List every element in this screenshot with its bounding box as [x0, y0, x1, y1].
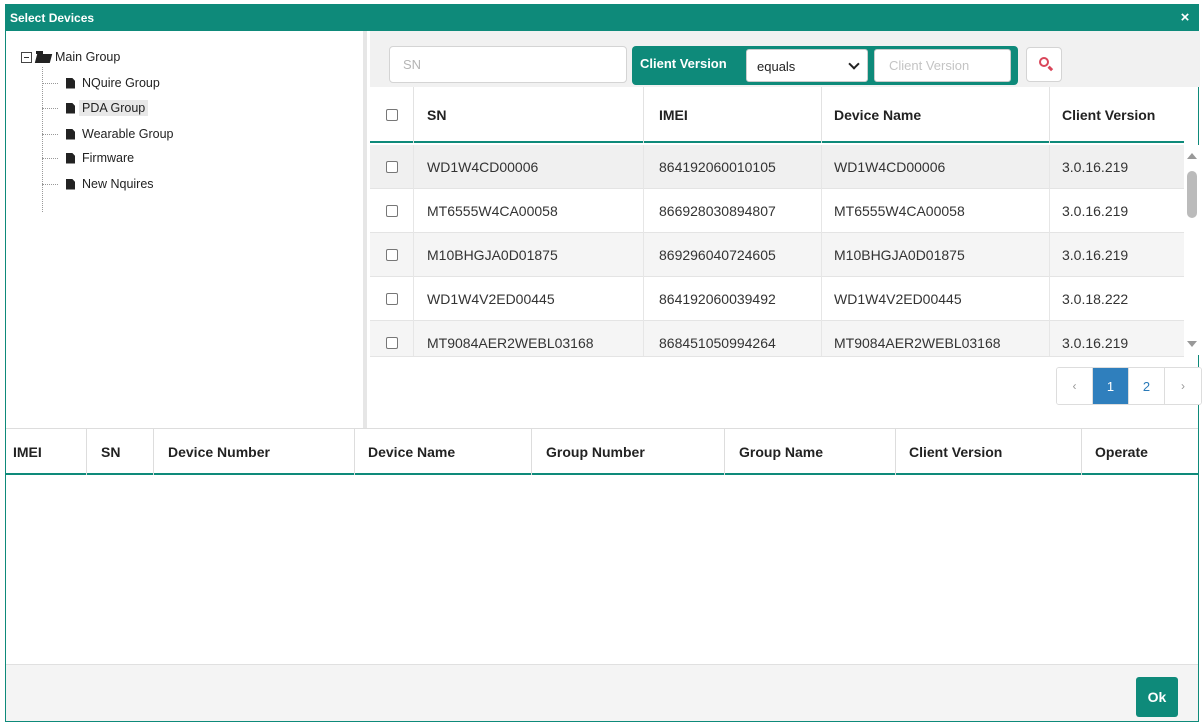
tree-node-firmware[interactable]: Firmware — [42, 147, 134, 169]
selected-devices-table: IMEI SN Device Number Device Name Group … — [6, 428, 1198, 664]
cell-device-name: M10BHGJA0D01875 — [822, 233, 1050, 277]
column-header-device-name[interactable]: Device Name — [355, 429, 532, 475]
cell-sn: WD1W4CD00006 — [414, 145, 644, 189]
tree-node-main-group[interactable]: Main Group — [21, 47, 120, 67]
scroll-thumb[interactable] — [1187, 171, 1197, 218]
cell-client-version: 3.0.16.219 — [1062, 203, 1129, 219]
file-icon — [66, 77, 75, 89]
cell-sn: MT9084AER2WEBL03168 — [414, 321, 644, 356]
cell-imei: 864192060039492 — [644, 277, 822, 321]
tree-node-pda-group[interactable]: PDA Group — [42, 97, 149, 119]
cell-device-name: WD1W4V2ED00445 — [822, 277, 1050, 321]
operator-value: equals — [757, 59, 796, 74]
search-icon — [1039, 57, 1049, 67]
table-row[interactable]: WD1W4CD00006 864192060010105 WD1W4CD0000… — [370, 145, 1184, 189]
column-header-client-version[interactable]: Client Version — [896, 429, 1082, 475]
file-icon — [66, 178, 75, 190]
file-icon — [66, 128, 75, 140]
search-button[interactable] — [1026, 47, 1062, 82]
client-version-input[interactable] — [874, 49, 1011, 82]
grid-header: SN IMEI Device Name Client Version — [370, 87, 1184, 143]
cell-device-name: MT6555W4CA00058 — [822, 189, 1050, 233]
cell-imei: 869296040724605 — [644, 233, 822, 277]
selected-table-header: IMEI SN Device Number Device Name Group … — [6, 429, 1198, 475]
collapse-icon[interactable] — [21, 51, 32, 63]
column-header-device-name[interactable]: Device Name — [822, 87, 1050, 143]
cell-imei: 864192060010105 — [644, 145, 822, 189]
table-row[interactable]: WD1W4V2ED00445 864192060039492 WD1W4V2ED… — [370, 277, 1184, 321]
tree-node-nquire-group[interactable]: NQuire Group — [42, 72, 160, 94]
cell-client-version: 3.0.16.219 — [1062, 335, 1129, 351]
search-toolbar: Client Version equals — [370, 31, 1200, 87]
column-header-client-version[interactable]: Client Version — [1050, 87, 1184, 143]
next-page-button[interactable]: › — [1165, 368, 1201, 404]
cell-imei: 866928030894807 — [644, 189, 822, 233]
dialog-title: Select Devices — [10, 11, 95, 25]
ok-button[interactable]: Ok — [1136, 677, 1178, 717]
tree-node-wearable-group[interactable]: Wearable Group — [42, 123, 174, 145]
column-header-group-number[interactable]: Group Number — [532, 429, 725, 475]
column-header-sn[interactable]: SN — [87, 429, 154, 475]
cell-device-name: MT9084AER2WEBL03168 — [822, 321, 1050, 356]
folder-open-icon — [36, 51, 51, 63]
page-1-button[interactable]: 1 — [1093, 368, 1129, 404]
column-header-group-name[interactable]: Group Name — [725, 429, 896, 475]
scroll-down-icon[interactable] — [1187, 341, 1197, 347]
client-version-label: Client Version — [640, 56, 727, 71]
row-checkbox[interactable] — [385, 161, 398, 173]
tree-node-label: Firmware — [82, 151, 135, 165]
grid-scrollbar[interactable] — [1184, 145, 1200, 355]
column-header-imei[interactable]: IMEI — [644, 87, 822, 143]
cell-sn: MT6555W4CA00058 — [414, 189, 644, 233]
file-icon — [66, 102, 75, 114]
table-row[interactable]: MT6555W4CA00058 866928030894807 MT6555W4… — [370, 189, 1184, 233]
page-2-button[interactable]: 2 — [1129, 368, 1165, 404]
close-icon[interactable]: × — [1175, 8, 1195, 28]
select-devices-dialog: Select Devices × Main Group NQuire Group… — [5, 4, 1202, 722]
chevron-down-icon — [848, 58, 860, 70]
tree-node-label: Wearable Group — [82, 127, 174, 141]
dialog-footer: Ok — [6, 664, 1198, 721]
file-icon — [66, 152, 75, 164]
row-checkbox[interactable] — [385, 205, 398, 217]
cell-client-version: 3.0.18.222 — [1062, 291, 1129, 307]
cell-imei: 868451050994264 — [644, 321, 822, 356]
tree-node-new-nquires[interactable]: New Nquires — [42, 173, 154, 195]
sn-search-input[interactable] — [389, 46, 627, 83]
row-checkbox[interactable] — [385, 249, 398, 261]
row-checkbox[interactable] — [385, 337, 398, 349]
table-row[interactable]: MT9084AER2WEBL03168 868451050994264 MT90… — [370, 321, 1184, 357]
column-header-sn[interactable]: SN — [414, 87, 644, 143]
cell-client-version: 3.0.16.219 — [1062, 247, 1129, 263]
prev-page-button[interactable]: ‹ — [1057, 368, 1093, 404]
select-all-checkbox[interactable] — [385, 109, 398, 121]
client-version-filter: Client Version equals — [632, 46, 1018, 85]
tree-node-label: New Nquires — [82, 177, 154, 191]
table-row[interactable]: M10BHGJA0D01875 869296040724605 M10BHGJA… — [370, 233, 1184, 277]
tree-node-label: Main Group — [55, 50, 121, 64]
cell-sn: M10BHGJA0D01875 — [414, 233, 644, 277]
tree-node-label: NQuire Group — [82, 76, 160, 90]
scroll-up-icon[interactable] — [1187, 153, 1197, 159]
pagination: ‹ 1 2 › — [1056, 367, 1202, 405]
operator-select[interactable]: equals — [746, 49, 868, 82]
column-header-operate[interactable]: Operate — [1082, 429, 1198, 475]
row-checkbox[interactable] — [385, 293, 398, 305]
select-all-cell — [370, 87, 414, 143]
cell-sn: WD1W4V2ED00445 — [414, 277, 644, 321]
cell-device-name: WD1W4CD00006 — [822, 145, 1050, 189]
cell-client-version: 3.0.16.219 — [1062, 159, 1129, 175]
column-header-device-number[interactable]: Device Number — [154, 429, 355, 475]
column-header-imei[interactable]: IMEI — [6, 429, 87, 475]
dialog-titlebar: Select Devices × — [6, 5, 1198, 31]
group-tree: Main Group NQuire Group PDA Group Wearab… — [6, 31, 367, 428]
tree-node-label: PDA Group — [79, 100, 149, 116]
device-panel: Client Version equals SN IMEI Device Nam… — [370, 31, 1202, 428]
